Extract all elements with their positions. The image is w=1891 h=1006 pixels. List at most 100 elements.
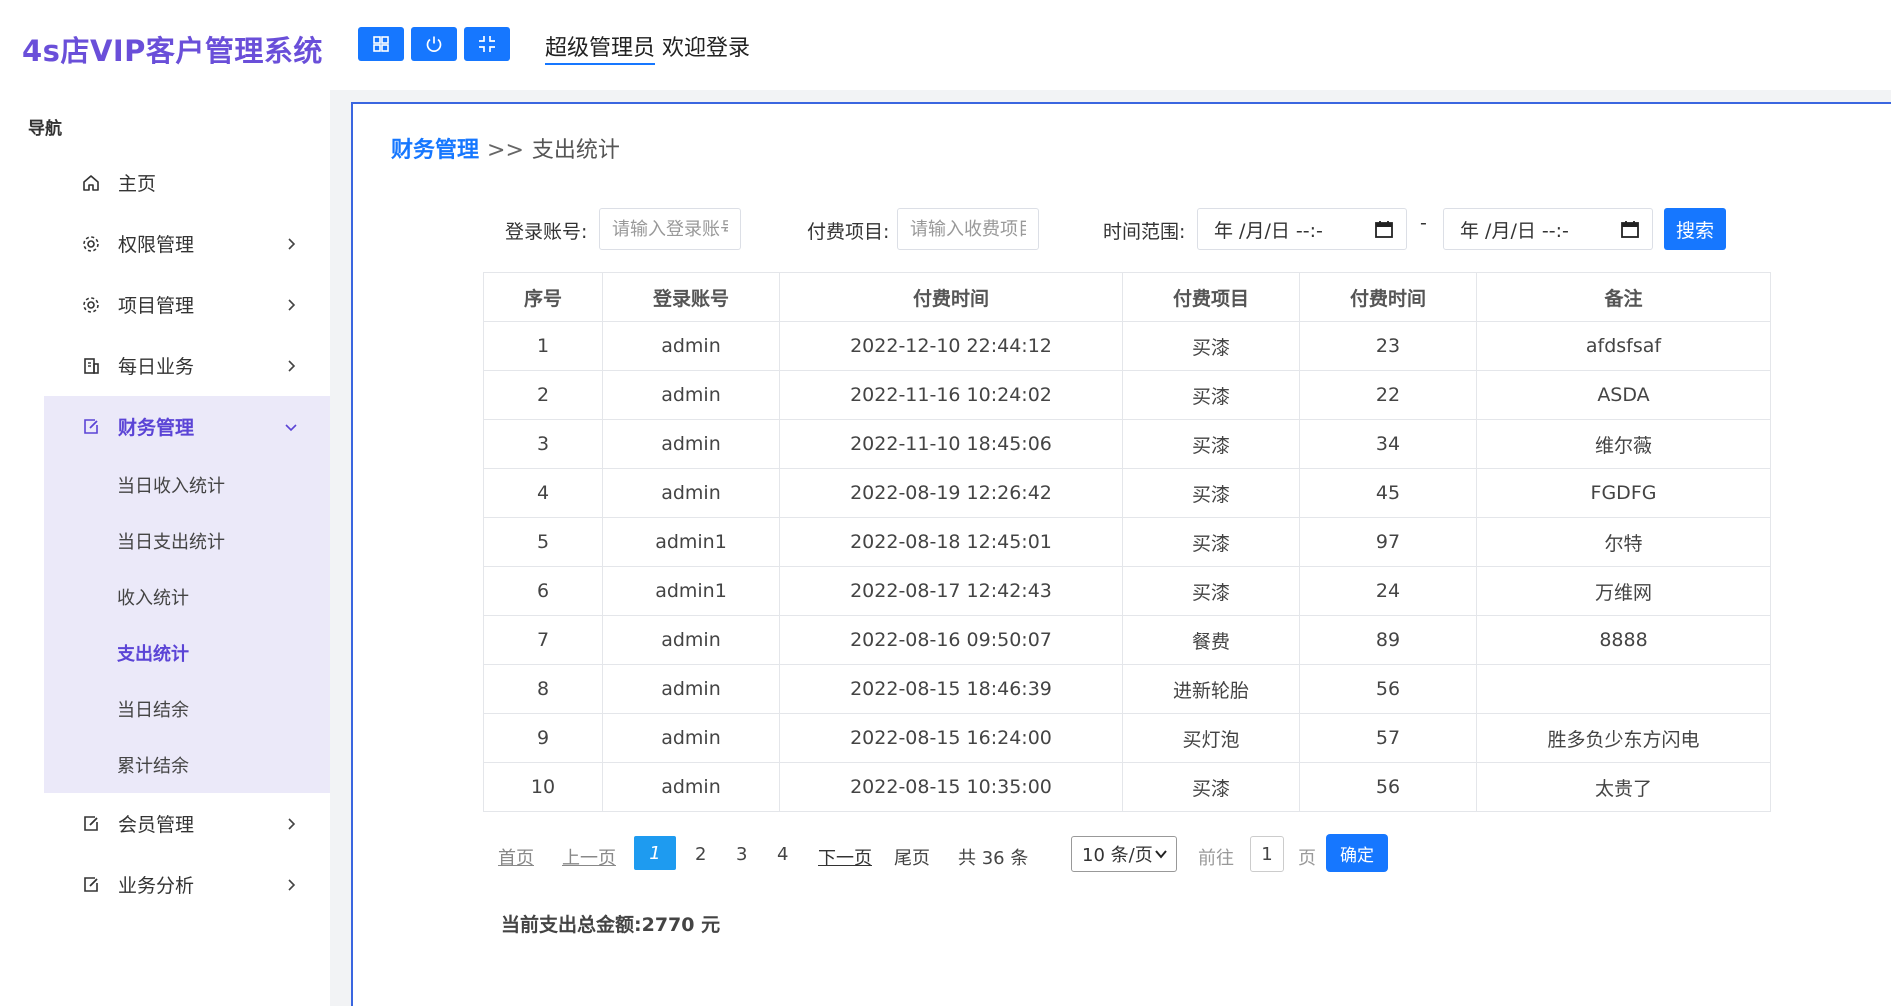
cell-pay-item: 买灯泡 [1122, 713, 1300, 763]
cell-pay-time: 2022-08-15 18:46:39 [779, 664, 1123, 714]
username-link[interactable]: 超级管理员 [545, 36, 656, 65]
goto-page-input[interactable]: 1 [1250, 836, 1284, 872]
page-link-3[interactable]: 3 [736, 844, 747, 865]
sidebar-item-permissions[interactable]: 权限管理 [44, 213, 330, 274]
breadcrumb-separator: >> [487, 138, 524, 163]
goto-confirm-button[interactable]: 确定 [1326, 834, 1388, 872]
cell-remark: 尔特 [1476, 517, 1771, 567]
cell-pay-item: 买漆 [1122, 321, 1300, 371]
gear-icon [80, 233, 102, 255]
sidebar-item-label: 财务管理 [118, 417, 195, 439]
chevron-right-icon [288, 237, 296, 250]
next-page-link[interactable]: 下一页 [818, 844, 872, 870]
sidebar-item-daily-business[interactable]: 每日业务 [44, 335, 330, 396]
sidebar-item-label: 每日业务 [118, 356, 195, 378]
search-button[interactable]: 搜索 [1664, 208, 1726, 250]
sidebar-item-label: 业务分析 [118, 875, 195, 897]
sidebar-item-members[interactable]: 会员管理 [44, 793, 330, 854]
range-label: 时间范围: [1103, 221, 1186, 243]
account-label: 登录账号: [505, 221, 588, 243]
cell-index: 3 [483, 419, 603, 469]
sidebar-item-finance[interactable]: 财务管理 [44, 396, 330, 457]
sidebar-item-analysis[interactable]: 业务分析 [44, 854, 330, 915]
grid-icon [373, 36, 389, 52]
power-button[interactable] [411, 27, 457, 61]
page-link-2[interactable]: 2 [695, 844, 706, 865]
end-date-input[interactable]: 年 /月/日 --:- [1443, 208, 1653, 250]
first-page-link[interactable]: 首页 [498, 844, 534, 870]
col-header-remark: 备注 [1476, 272, 1771, 322]
submenu-item-daily-income[interactable]: 当日收入统计 [44, 457, 330, 513]
cell-amount: 22 [1299, 370, 1477, 420]
col-header-index: 序号 [483, 272, 603, 322]
sidebar-item-home[interactable]: 主页 [44, 152, 330, 213]
cell-account: admin [602, 762, 780, 812]
item-label: 付费项目: [807, 221, 890, 243]
cell-pay-item: 买漆 [1122, 566, 1300, 616]
cell-remark [1476, 664, 1771, 714]
grid-button[interactable] [358, 27, 404, 61]
submenu-item-income-stats[interactable]: 收入统计 [44, 569, 330, 625]
start-date-placeholder: 年 /月/日 --:- [1214, 219, 1323, 242]
chevron-right-icon [288, 878, 296, 891]
cell-index: 7 [483, 615, 603, 665]
last-page-link[interactable]: 尾页 [894, 844, 930, 870]
cell-amount: 57 [1299, 713, 1477, 763]
breadcrumb-current: 支出统计 [531, 138, 620, 163]
cell-amount: 56 [1299, 664, 1477, 714]
app-title: 4s店VIP客户管理系统 [22, 34, 323, 68]
main-panel: 财务管理 >> 支出统计 登录账号: 付费项目: 时间范围: 年 /月/日 --:-… [351, 102, 1891, 1006]
sidebar-item-label: 主页 [118, 173, 157, 195]
cell-amount: 56 [1299, 762, 1477, 812]
expense-total: 当前支出总金额:2770 元 [501, 914, 721, 936]
fullscreen-button[interactable] [464, 27, 510, 61]
cell-remark: FGDFG [1476, 468, 1771, 518]
cell-amount: 34 [1299, 419, 1477, 469]
submenu-item-daily-balance[interactable]: 当日结余 [44, 681, 330, 737]
table-row: 8 admin 2022-08-15 18:46:39 进新轮胎 56 [483, 664, 1771, 714]
cell-pay-time: 2022-08-15 16:24:00 [779, 713, 1123, 763]
col-header-account: 登录账号 [602, 272, 780, 322]
cell-index: 9 [483, 713, 603, 763]
table-row: 10 admin 2022-08-15 10:35:00 买漆 56 太贵了 [483, 762, 1771, 812]
submenu-item-expense-stats[interactable]: 支出统计 [44, 625, 330, 681]
sidebar-item-projects[interactable]: 项目管理 [44, 274, 330, 335]
cell-pay-item: 买漆 [1122, 517, 1300, 567]
page-link-4[interactable]: 4 [777, 844, 788, 865]
edit-icon [80, 874, 102, 896]
cell-pay-time: 2022-11-10 18:45:06 [779, 419, 1123, 469]
cell-pay-time: 2022-12-10 22:44:12 [779, 321, 1123, 371]
breadcrumb-parent[interactable]: 财务管理 [391, 138, 479, 163]
compress-icon [479, 36, 495, 52]
cell-pay-time: 2022-08-19 12:26:42 [779, 468, 1123, 518]
item-input[interactable] [897, 208, 1039, 250]
col-header-pay-item: 付费项目 [1122, 272, 1300, 322]
cell-index: 10 [483, 762, 603, 812]
prev-page-link[interactable]: 上一页 [562, 844, 616, 870]
page-size-select[interactable]: 10 条/页 [1071, 836, 1177, 872]
cell-remark: afdsfsaf [1476, 321, 1771, 371]
goto-label: 前往 [1198, 848, 1234, 869]
table-row: 1 admin 2022-12-10 22:44:12 买漆 23 afdsfsaf [483, 321, 1771, 371]
account-input[interactable] [599, 208, 741, 250]
submenu-item-daily-expense[interactable]: 当日支出统计 [44, 513, 330, 569]
cell-index: 5 [483, 517, 603, 567]
cell-remark: 太贵了 [1476, 762, 1771, 812]
cell-amount: 89 [1299, 615, 1477, 665]
chevron-right-icon [288, 298, 296, 311]
expense-table: 序号 登录账号 付费时间 付费项目 付费时间 备注 1 admin 2022-12-… [483, 272, 1771, 812]
calendar-icon [1621, 221, 1639, 238]
chevron-right-icon [288, 817, 296, 830]
col-header-amount: 付费时间 [1299, 272, 1477, 322]
cell-account: admin [602, 664, 780, 714]
col-header-pay-time: 付费时间 [779, 272, 1123, 322]
sidebar-menu: 主页 权限管理 项目管理 每日业务 财务管理 当日收入统计 当日支出统计 收入统… [44, 152, 330, 915]
cell-remark: 维尔薇 [1476, 419, 1771, 469]
current-page[interactable]: 1 [634, 836, 676, 870]
chevron-down-icon [285, 423, 297, 431]
sidebar-item-label: 会员管理 [118, 814, 195, 836]
cell-remark: 胜多负少东方闪电 [1476, 713, 1771, 763]
start-date-input[interactable]: 年 /月/日 --:- [1197, 208, 1407, 250]
edit-icon [80, 416, 102, 438]
submenu-item-total-balance[interactable]: 累计结余 [44, 737, 330, 793]
